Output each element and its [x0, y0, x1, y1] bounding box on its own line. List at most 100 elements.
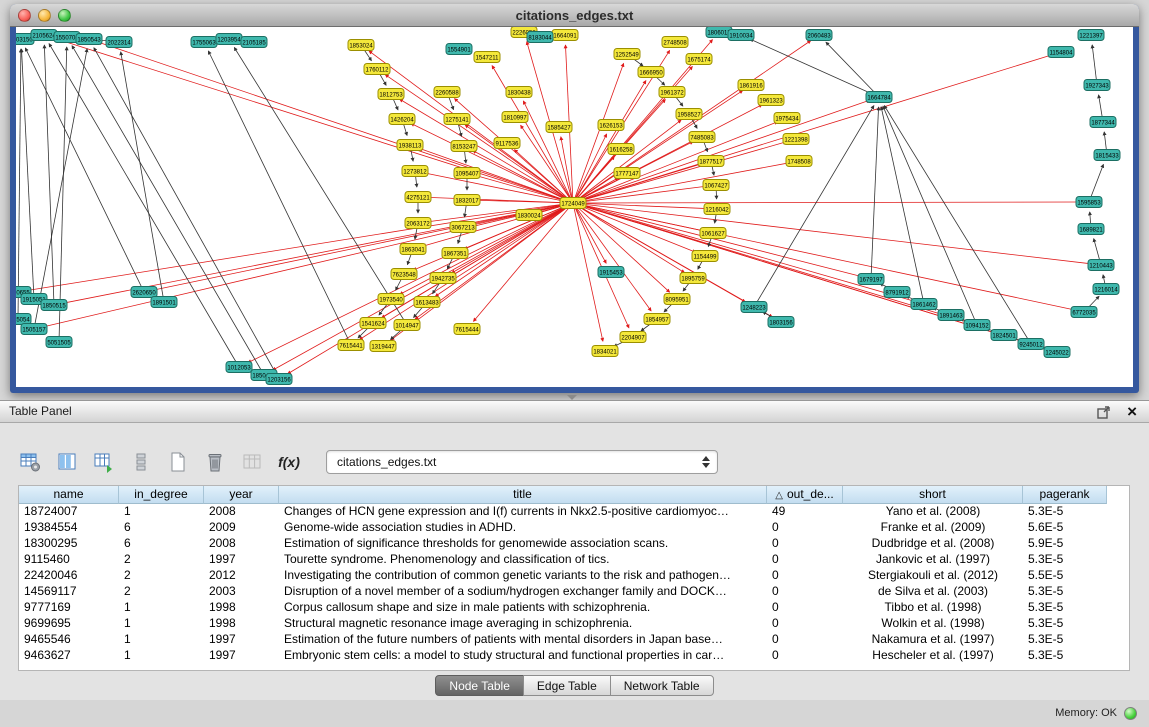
graph-node[interactable]: 1877517	[698, 156, 724, 167]
graph-node[interactable]: 8791912	[884, 287, 910, 298]
network-canvas[interactable]: 1724049185302417601121812753142620419381…	[16, 27, 1133, 387]
column-header-title[interactable]: title	[279, 486, 767, 504]
graph-node[interactable]: 1061627	[700, 228, 726, 239]
graph-node[interactable]: 1216042	[704, 204, 730, 215]
graph-node[interactable]: 1664784	[866, 92, 892, 103]
float-panel-icon[interactable]	[1097, 405, 1111, 419]
row-height-button[interactable]	[127, 448, 155, 476]
graph-node[interactable]: 2748508	[662, 37, 688, 48]
graph-node[interactable]: 1915453	[598, 267, 624, 278]
graph-node[interactable]: 1891463	[938, 310, 964, 321]
graph-node[interactable]: 1595853	[1076, 197, 1102, 208]
graph-node[interactable]: 2022314	[106, 37, 132, 48]
graph-node[interactable]: 1861462	[911, 299, 937, 310]
graph-node[interactable]: 1275141	[444, 114, 470, 125]
graph-node[interactable]: 1547211	[474, 52, 500, 63]
table-row[interactable]: 946362711997Embryonic stem cells: a mode…	[19, 648, 1129, 664]
table-row[interactable]: 1938455462009Genome-wide association stu…	[19, 520, 1129, 536]
graph-node[interactable]: 1834021	[592, 346, 618, 357]
graph-node[interactable]: 1094152	[964, 320, 990, 331]
graph-node[interactable]: 3067213	[450, 222, 476, 233]
graph-node[interactable]: 1877344	[1090, 117, 1116, 128]
column-header-pagerank[interactable]: pagerank	[1023, 486, 1107, 504]
graph-node[interactable]: 1221397	[1078, 30, 1104, 41]
table-row[interactable]: 1456911722003Disruption of a novel membe…	[19, 584, 1129, 600]
graph-node[interactable]: 1803156	[768, 317, 794, 328]
table-settings-button[interactable]	[16, 448, 44, 476]
graph-node[interactable]: 1938113	[397, 140, 423, 151]
graph-node[interactable]: 2260588	[434, 87, 460, 98]
graph-node[interactable]: 7623548	[391, 269, 417, 280]
graph-node[interactable]: 1815433	[1094, 150, 1120, 161]
graph-node[interactable]: 1958527	[676, 109, 702, 120]
graph-node[interactable]: 1014947	[394, 320, 420, 331]
graph-node[interactable]: 1748508	[786, 156, 812, 167]
graph-node[interactable]: 1895759	[680, 273, 706, 284]
graph-node[interactable]: 1203954	[216, 34, 242, 45]
tab-edge-table[interactable]: Edge Table	[523, 675, 611, 696]
graph-node[interactable]: 2105185	[241, 37, 267, 48]
graph-node[interactable]: 9245012	[1018, 339, 1044, 350]
function-builder-button[interactable]: f(x)	[275, 448, 303, 476]
graph-node[interactable]: 2105624	[31, 30, 57, 41]
graph-node[interactable]: 1067427	[703, 180, 729, 191]
graph-node[interactable]: 1616258	[608, 144, 634, 155]
graph-node[interactable]: 1832017	[454, 195, 480, 206]
network-graph[interactable]: 1724049185302417601121812753142620419381…	[16, 27, 1133, 387]
graph-node[interactable]: 1216014	[1093, 284, 1119, 295]
graph-node[interactable]: 1973540	[378, 294, 404, 305]
graph-node[interactable]: 1505157	[21, 324, 47, 335]
graph-node[interactable]: 1675174	[686, 54, 712, 65]
graph-node[interactable]: 7485083	[689, 132, 715, 143]
table-row[interactable]: 1872400712008Changes of HCN gene express…	[19, 504, 1129, 520]
graph-node[interactable]: 2063172	[405, 218, 431, 229]
graph-node[interactable]: 1319447	[370, 341, 396, 352]
new-table-button[interactable]	[164, 448, 192, 476]
panel-splitter[interactable]	[0, 393, 1149, 400]
graph-node[interactable]: 1830438	[506, 87, 532, 98]
graph-node[interactable]: 1760112	[364, 64, 390, 75]
graph-node[interactable]: 1541624	[360, 318, 386, 329]
graph-node[interactable]: 1613483	[414, 297, 440, 308]
import-table-button[interactable]	[90, 448, 118, 476]
graph-node[interactable]: 1853024	[348, 40, 374, 51]
graph-node[interactable]: 5051505	[46, 337, 72, 348]
graph-node[interactable]: 1554901	[446, 44, 472, 55]
tab-network-table[interactable]: Network Table	[610, 675, 714, 696]
graph-node[interactable]: 8153247	[451, 141, 477, 152]
graph-node[interactable]: 1154804	[1048, 47, 1074, 58]
graph-node[interactable]: 1203156	[266, 374, 292, 385]
close-panel-icon[interactable]: ×	[1127, 401, 1137, 423]
graph-node[interactable]: 1689821	[1078, 224, 1104, 235]
graph-node[interactable]: 1664091	[552, 30, 578, 41]
column-header-short[interactable]: short	[843, 486, 1023, 504]
graph-node[interactable]: 1942735	[430, 273, 456, 284]
table-row[interactable]: 977716911998Corpus callosum shape and si…	[19, 600, 1129, 616]
graph-node[interactable]: 2015054	[16, 314, 31, 325]
graph-node[interactable]: 1927343	[1084, 80, 1110, 91]
graph-node[interactable]: 1273812	[402, 166, 428, 177]
graph-node[interactable]: 1679197	[858, 274, 884, 285]
graph-node[interactable]: 4275121	[405, 192, 431, 203]
graph-node[interactable]: 1854957	[644, 314, 670, 325]
table-selector-dropdown[interactable]: citations_edges.txt	[326, 450, 718, 474]
graph-node[interactable]: 1961372	[659, 87, 685, 98]
graph-node[interactable]: 1210443	[1088, 260, 1114, 271]
graph-node[interactable]: 7615441	[338, 340, 364, 351]
graph-node[interactable]: 1777147	[614, 168, 640, 179]
graph-node[interactable]: 1252549	[614, 49, 640, 60]
graph-node[interactable]: 1824501	[991, 330, 1017, 341]
graph-node[interactable]: 1961323	[758, 95, 784, 106]
graph-node[interactable]: 1830024	[516, 210, 542, 221]
table-row[interactable]: 1830029562008Estimation of significance …	[19, 536, 1129, 552]
graph-node[interactable]: 1666950	[638, 67, 664, 78]
graph-node[interactable]: 6772035	[1071, 307, 1097, 318]
tab-node-table[interactable]: Node Table	[435, 675, 524, 696]
network-window-titlebar[interactable]: citations_edges.txt	[10, 4, 1139, 27]
column-header-year[interactable]: year	[204, 486, 279, 504]
graph-node[interactable]: 1221398	[783, 134, 809, 145]
graph-node[interactable]: 1863041	[400, 244, 426, 255]
graph-node[interactable]: 1867351	[442, 248, 468, 259]
table-row[interactable]: 911546021997Tourette syndrome. Phenomeno…	[19, 552, 1129, 568]
graph-node[interactable]: 1812753	[378, 89, 404, 100]
